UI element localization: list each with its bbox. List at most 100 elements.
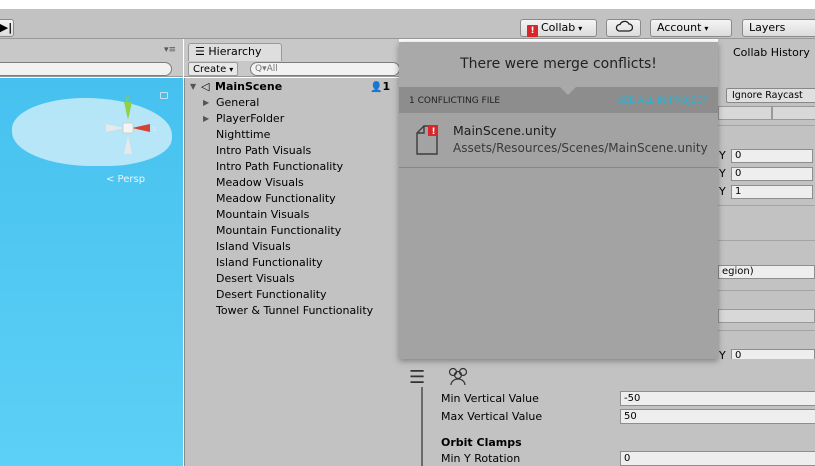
min-vertical-field[interactable]: -50 [620, 391, 815, 406]
position-y-field[interactable]: 0 [731, 149, 813, 163]
hierarchy-item-label: Intro Path Visuals [216, 144, 312, 157]
max-vertical-field[interactable]: 50 [620, 409, 815, 424]
chevron-down-icon: ▾ [578, 24, 583, 33]
hierarchy-item[interactable]: Mountain Functionality [185, 223, 400, 239]
divider [718, 240, 815, 241]
hierarchy-item[interactable]: Mountain Visuals [185, 207, 400, 223]
create-label: Create [193, 64, 227, 75]
panel-menu-icon[interactable]: ▾≡ [164, 45, 176, 55]
min-y-rotation-field[interactable]: 0 [620, 451, 815, 466]
account-button[interactable]: Account ▾ [650, 19, 732, 37]
hierarchy-item-label: Island Visuals [216, 240, 291, 253]
hierarchy-item-label: Nighttime [216, 128, 271, 141]
scale-y-field[interactable]: 1 [731, 185, 813, 199]
inspector-field-bar[interactable] [718, 309, 815, 323]
expand-arrow-icon[interactable]: ▶ [203, 95, 209, 111]
y-axis-label: Y [719, 149, 726, 162]
tab-hierarchy[interactable]: ☰ Hierarchy [188, 43, 282, 61]
gizmo-x-label: x [152, 124, 157, 133]
hierarchy-item[interactable]: Tower & Tunnel Functionality [185, 303, 400, 319]
root-label: MainScene [215, 80, 283, 93]
popup-header: There were merge conflicts! [399, 42, 718, 87]
person-icon: 👤 [370, 82, 383, 93]
hierarchy-item-label: General [216, 96, 260, 109]
divider [718, 290, 815, 291]
conflict-file-path: Assets/Resources/Scenes/MainScene.unity [453, 141, 708, 155]
hierarchy-item-label: Meadow Functionality [216, 192, 336, 205]
create-button[interactable]: Create ▾ [188, 62, 239, 76]
scene-view[interactable]: y x < Persp [0, 78, 183, 466]
popup-title: There were merge conflicts! [460, 56, 657, 72]
hierarchy-item[interactable]: Intro Path Visuals [185, 143, 400, 159]
unity-scene-icon: ◁ [201, 80, 210, 93]
hierarchy-header: ☰ Hierarchy Create ▾ Q▾All [184, 39, 400, 77]
collab-merge-popup: There were merge conflicts! 1 CONFLICTIN… [399, 42, 718, 359]
conflict-count: 1 CONFLICTING FILE [409, 96, 501, 106]
orbit-clamps-header: Orbit Clamps [441, 436, 522, 449]
y-axis-label: Y [719, 185, 726, 198]
scene-search-input[interactable] [0, 62, 172, 76]
hierarchy-item-label: Mountain Visuals [216, 208, 310, 221]
scene-gizmo-icon[interactable]: y x [98, 90, 178, 170]
hierarchy-item[interactable]: Nighttime [185, 127, 400, 143]
hierarchy-item-label: Mountain Functionality [216, 224, 342, 237]
cloud-button[interactable] [606, 19, 641, 37]
chevron-down-icon: ▾ [704, 24, 709, 33]
hierarchy-item-label: Desert Functionality [216, 288, 327, 301]
see-all-link[interactable]: SEE ALL IN PROJECT [618, 96, 708, 106]
divider [718, 205, 815, 206]
min-y-rotation-label: Min Y Rotation [441, 452, 521, 465]
hierarchy-item[interactable]: Desert Visuals [185, 271, 400, 287]
expand-arrow-icon[interactable]: ▶ [203, 111, 209, 127]
svg-text:!: ! [432, 127, 436, 137]
gizmo-y-label: y [125, 93, 130, 102]
min-vertical-label: Min Vertical Value [441, 392, 539, 405]
file-conflict-icon: ! [416, 125, 438, 155]
hierarchy-item-label: Island Functionality [216, 256, 323, 269]
hierarchy-item-label: Desert Visuals [216, 272, 295, 285]
inspector-field-bar[interactable] [772, 106, 815, 120]
conflict-file-row[interactable]: ! MainScene.unity Assets/Resources/Scene… [399, 113, 718, 168]
hierarchy-item[interactable]: Meadow Functionality [185, 191, 400, 207]
expand-arrow-icon[interactable]: ▼ [190, 79, 196, 95]
region-field[interactable]: egion) [718, 265, 815, 279]
user-count-value: 1 [382, 80, 391, 93]
collab-label: Collab [541, 21, 576, 34]
indent-line [421, 387, 423, 466]
cloud-icon [615, 20, 633, 32]
persp-label[interactable]: < Persp [106, 174, 145, 185]
hierarchy-item[interactable]: Island Visuals [185, 239, 400, 255]
hierarchy-item[interactable]: ▶ PlayerFolder [185, 111, 400, 127]
account-label: Account [657, 21, 702, 34]
divider [718, 125, 815, 126]
inspector-component-area: ☰ Min Vertical Value -50 Max Vertical Va… [399, 359, 815, 466]
hierarchy-panel: ▼ ◁ MainScene 👤1 ▶ General ▶ PlayerFolder Ni… [184, 78, 399, 466]
y-axis-label: Y [719, 167, 726, 180]
hierarchy-item-label: Intro Path Functionality [216, 160, 344, 173]
main-toolbar: ▶| ! Collab ▾ Account ▾ Layers [0, 9, 815, 39]
tab-collab-history[interactable]: Collab History [733, 46, 810, 59]
hierarchy-item[interactable]: Meadow Visuals [185, 175, 400, 191]
list-icon[interactable]: ☰ [409, 367, 425, 388]
collab-button[interactable]: ! Collab ▾ [520, 19, 597, 37]
conflict-bar: 1 CONFLICTING FILE SEE ALL IN PROJECT [399, 87, 718, 113]
hierarchy-item[interactable]: Intro Path Functionality [185, 159, 400, 175]
max-vertical-label: Max Vertical Value [441, 410, 543, 423]
inspector-field-bar[interactable] [718, 106, 772, 120]
hierarchy-search-input[interactable]: Q▾All [250, 62, 400, 76]
user-count-badge: 👤1 [370, 79, 390, 96]
hierarchy-item[interactable]: ▶ General [185, 95, 400, 111]
layers-button[interactable]: Layers [742, 19, 815, 37]
hierarchy-item-label: Meadow Visuals [216, 176, 304, 189]
hierarchy-item[interactable]: Desert Functionality [185, 287, 400, 303]
rotation-y-field[interactable]: 0 [731, 167, 813, 181]
step-button[interactable]: ▶| [0, 19, 14, 37]
hierarchy-item[interactable]: Island Functionality [185, 255, 400, 271]
scene-header: ▾≡ [0, 39, 183, 77]
people-icon[interactable] [445, 366, 471, 386]
hierarchy-root-mainscene[interactable]: ▼ ◁ MainScene 👤1 [185, 79, 400, 95]
hierarchy-item-label: PlayerFolder [216, 112, 285, 125]
hierarchy-item-label: Tower & Tunnel Functionality [216, 304, 374, 317]
layer-dropdown[interactable]: Ignore Raycast [726, 88, 815, 103]
hierarchy-tab-label: Hierarchy [208, 45, 262, 58]
